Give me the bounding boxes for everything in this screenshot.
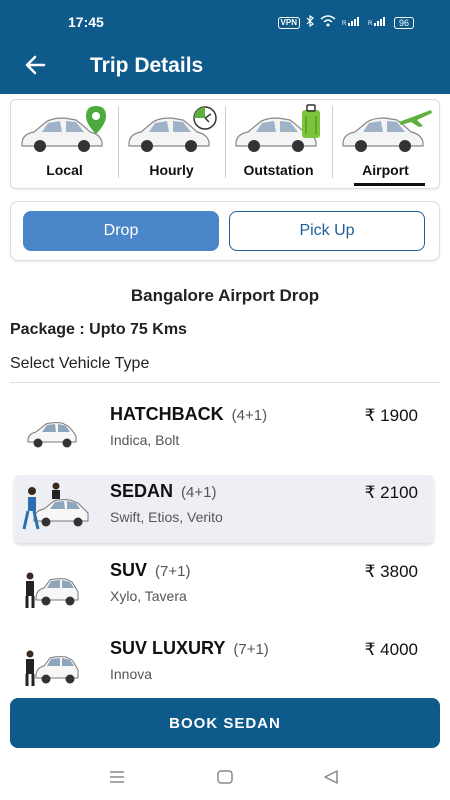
tab-label: Hourly [149,162,194,178]
system-nav-bar [0,755,450,800]
active-tab-indicator [354,183,425,186]
bluetooth-icon [306,14,314,30]
vehicle-option-suv-luxury[interactable]: SUV LUXURY (7+1) Innova ₹ 4000 [14,632,434,700]
tab-airport[interactable]: Airport [332,100,439,188]
divider [10,382,440,383]
app-bar: Trip Details [0,38,450,94]
vehicle-capacity: (4+1) [181,484,217,501]
drop-button[interactable]: Drop [23,211,219,251]
tab-label: Outstation [243,162,314,178]
vehicle-price: ₹ 3800 [364,562,418,581]
vehicle-option-hatchback[interactable]: HATCHBACK (4+1) Indica, Bolt ₹ 1900 [14,398,434,466]
vehicle-option-suv[interactable]: SUV (7+1) Xylo, Tavera ₹ 3800 [14,554,434,622]
vehicle-models: Swift, Etios, Verito [110,509,223,525]
vehicle-price: ₹ 2100 [364,483,418,502]
menu-icon[interactable] [108,769,126,790]
vehicle-name: SEDAN (4+1) [110,481,216,502]
mode-selector: Drop Pick Up [10,201,440,261]
status-icons: VPN R R 96 [277,14,414,30]
vehicle-name: SUV LUXURY (7+1) [110,638,269,659]
wifi-icon [320,15,336,30]
suv-luxury-car-icon [25,650,79,686]
vehicle-type: SEDAN [110,481,174,501]
vehicle-capacity: (7+1) [155,563,191,580]
signal-icon: R [342,16,362,29]
hatchback-car-icon [27,422,77,448]
vehicle-option-sedan[interactable]: SEDAN (4+1) Swift, Etios, Verito ₹ 2100 [14,475,434,543]
sedan-car-icon [22,482,89,530]
package-info: Package : Upto 75 Kms [10,321,187,338]
vehicle-capacity: (4+1) [231,407,268,424]
pickup-button[interactable]: Pick Up [229,211,425,251]
back-arrow-icon[interactable] [22,51,50,79]
tab-label: Local [46,162,83,178]
home-icon[interactable] [216,769,234,790]
tab-hourly[interactable]: Hourly [118,100,225,188]
trip-type-tabs: Local Hourly Outstation Airport [10,99,440,189]
tab-label: Airport [362,162,409,178]
vehicle-name: HATCHBACK (4+1) [110,404,267,425]
tab-outstation[interactable]: Outstation [225,100,332,188]
vehicle-name: SUV (7+1) [110,560,190,581]
vehicle-type: HATCHBACK [110,404,224,424]
vehicle-models: Indica, Bolt [110,432,180,448]
status-time: 17:45 [68,14,104,30]
page-title: Trip Details [90,54,204,77]
svg-text:R: R [342,21,347,26]
car-airplane-icon [342,110,432,152]
tab-local[interactable]: Local [11,100,118,188]
car-luggage-icon [235,104,320,152]
vehicle-models: Innova [110,666,153,682]
vehicle-price: ₹ 1900 [364,406,418,425]
back-icon[interactable] [322,769,340,790]
suv-car-icon [25,572,79,608]
select-vehicle-label: Select Vehicle Type [10,355,150,372]
status-bar: 17:45 VPN R R 96 [0,0,450,38]
signal-icon: R [368,16,388,29]
vehicle-models: Xylo, Tavera [110,588,187,604]
svg-text:R: R [368,21,373,26]
battery-icon: 96 [393,16,414,29]
vehicle-capacity: (7+1) [233,641,269,658]
car-location-icon [21,106,106,152]
book-button[interactable]: BOOK SEDAN [10,698,440,748]
route-title: Bangalore Airport Drop [130,286,320,305]
vehicle-type: SUV LUXURY [110,638,226,658]
car-clock-icon [128,106,217,152]
vpn-icon: VPN [277,16,300,29]
vehicle-price: ₹ 4000 [364,640,418,659]
vehicle-type: SUV [110,560,148,580]
